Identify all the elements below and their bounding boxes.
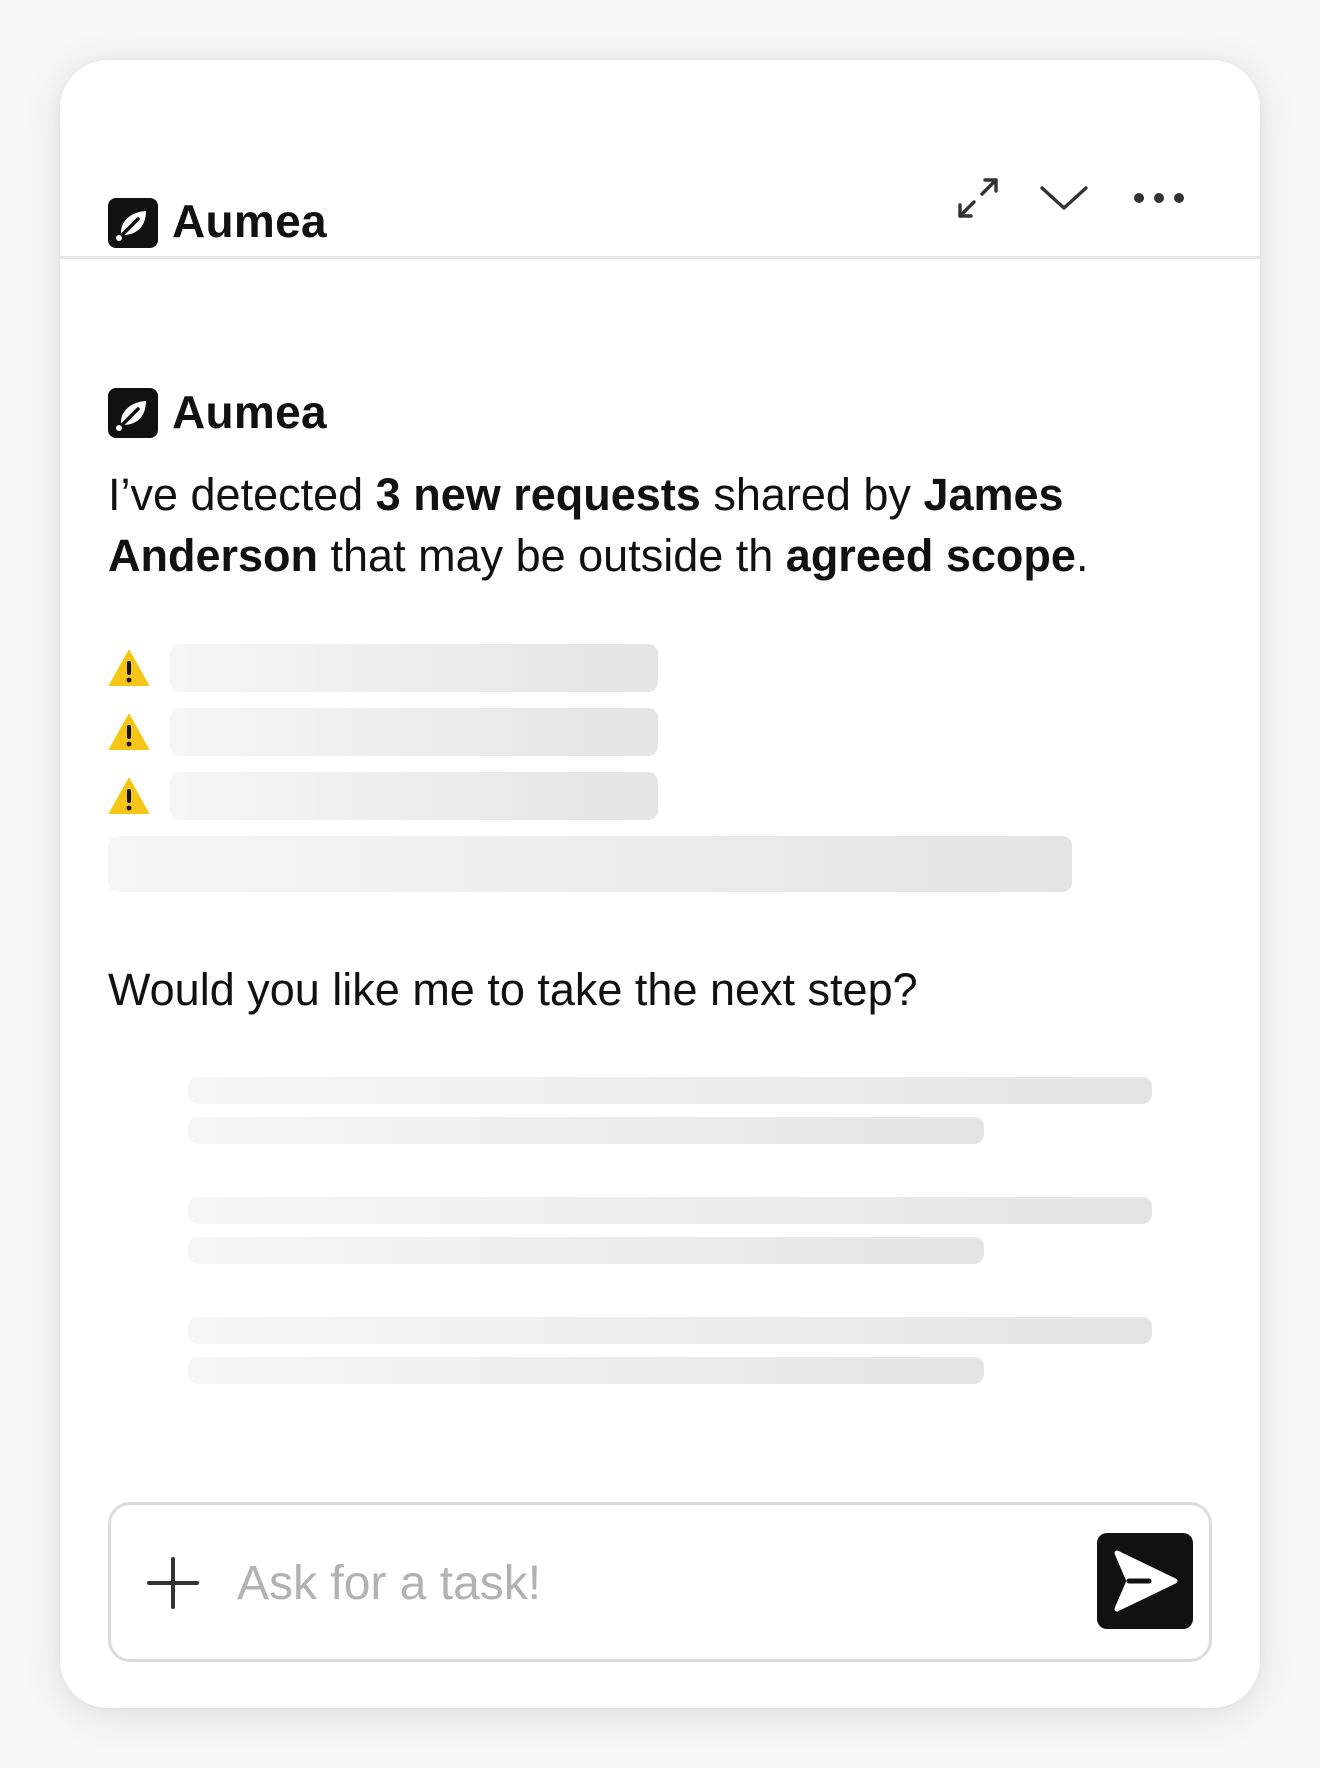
plus-icon (147, 1557, 199, 1609)
sender-name: Aumea (172, 386, 327, 438)
sender-avatar (108, 388, 158, 438)
send-icon (1114, 1550, 1178, 1612)
request-placeholder (170, 772, 658, 820)
panel-header: Aumea (60, 60, 1260, 259)
logo-icon (108, 198, 158, 248)
request-placeholder (170, 708, 658, 756)
intro-text: that may be outside th (318, 530, 786, 581)
scope-text: agreed scope (785, 530, 1076, 581)
add-attachment-button[interactable] (145, 1555, 201, 1611)
more-options-button[interactable] (1126, 170, 1192, 226)
expand-button[interactable] (950, 170, 1006, 226)
action-placeholder-line (188, 1117, 984, 1144)
summary-placeholder (108, 836, 1072, 892)
request-count: 3 new requests (375, 469, 701, 520)
request-item (108, 772, 668, 820)
app-title: Aumea (172, 195, 327, 247)
assistant-panel: Aumea Aumea I’ve detected 3 new requests… (60, 60, 1260, 1708)
message-intro: I’ve detected 3 new requests shared by J… (108, 464, 1228, 586)
more-icon (1134, 193, 1184, 203)
intro-text: I’ve detected (108, 469, 376, 520)
warning-icon (109, 650, 149, 686)
action-placeholder-line (188, 1197, 1152, 1224)
collapse-button[interactable] (1036, 170, 1092, 226)
request-item (108, 644, 668, 692)
send-button[interactable] (1097, 1533, 1193, 1629)
action-placeholder-line (188, 1077, 1152, 1104)
request-placeholder (170, 644, 658, 692)
warning-icon (109, 778, 149, 814)
expand-icon (958, 178, 998, 218)
intro-text: shared by (700, 469, 924, 520)
request-item (108, 708, 668, 756)
action-placeholder-line (188, 1317, 1152, 1344)
action-placeholder-line (188, 1357, 984, 1384)
warning-icon (109, 714, 149, 750)
chevron-down-icon (1040, 186, 1088, 210)
logo-icon (116, 401, 146, 431)
task-input[interactable] (235, 1545, 939, 1621)
composer (108, 1502, 1212, 1662)
intro-text: . (1075, 530, 1089, 581)
question-text: Would you like me to take the next step? (108, 964, 918, 1015)
action-placeholder-line (188, 1237, 984, 1264)
